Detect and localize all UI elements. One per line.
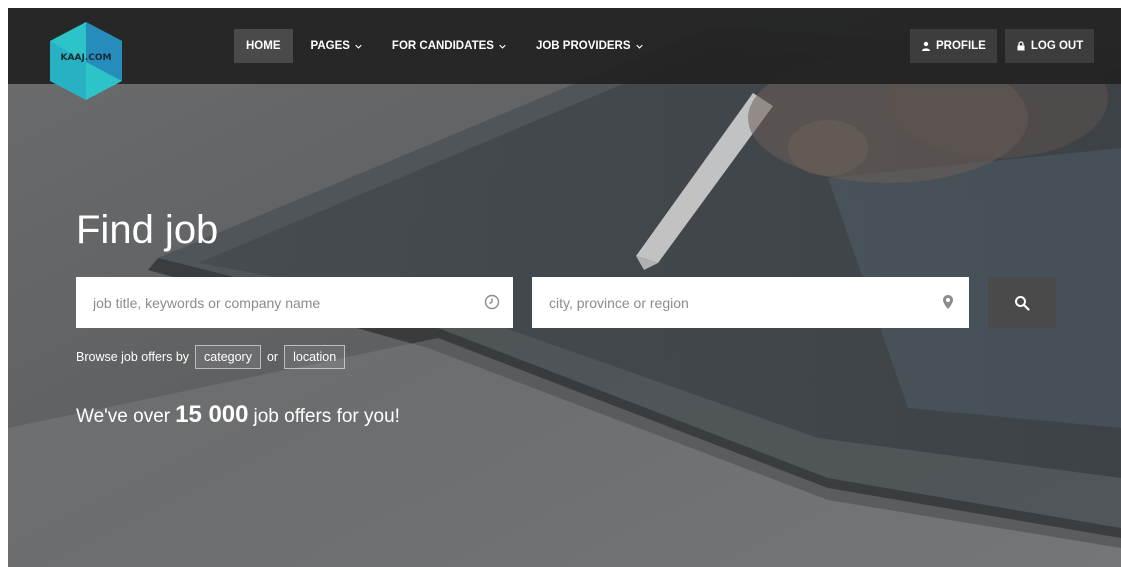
location-field[interactable] [532, 277, 969, 328]
browse-category-link[interactable]: category [195, 345, 261, 369]
browse-or: or [266, 350, 279, 364]
offers-prefix: We've over [76, 406, 171, 427]
logout-label: LOG OUT [1030, 40, 1084, 52]
top-navbar: KAAJ.COM HOME PAGES FOR CANDIDATES JOB P… [8, 8, 1121, 100]
offers-count-text: We've over 15 000 job offers for you! [76, 401, 400, 429]
chevron-down-icon [635, 43, 643, 50]
browse-options: Browse job offers by category or locatio… [76, 345, 346, 369]
nav-item-job-providers[interactable]: JOB PROVIDERS [524, 29, 655, 63]
main-nav: HOME PAGES FOR CANDIDATES JOB PROVIDERS [234, 29, 661, 63]
offers-count: 15 000 [175, 401, 249, 428]
chevron-down-icon [499, 43, 506, 50]
location-input[interactable] [532, 277, 969, 328]
keywords-input[interactable] [76, 277, 513, 328]
nav-item-label: JOB PROVIDERS [535, 40, 631, 52]
site-logo[interactable]: KAAJ.COM [50, 22, 122, 100]
keywords-field[interactable] [76, 277, 513, 328]
clock-icon [484, 294, 500, 310]
nav-item-pages[interactable]: PAGES [299, 29, 374, 63]
chevron-down-icon [355, 43, 362, 50]
profile-button[interactable]: PROFILE [910, 29, 997, 63]
search-icon [1015, 295, 1030, 311]
logout-button[interactable]: LOG OUT [1004, 29, 1095, 63]
nav-item-home[interactable]: HOME [234, 29, 293, 63]
browse-prefix: Browse job offers by [76, 350, 190, 364]
account-nav: PROFILE LOG OUT [910, 29, 1102, 63]
search-button[interactable] [988, 277, 1056, 328]
nav-item-label: PAGES [310, 40, 350, 52]
page-title: Find job [76, 208, 219, 252]
nav-item-for-candidates[interactable]: FOR CANDIDATES [380, 29, 518, 63]
nav-item-label: HOME [246, 40, 281, 52]
page-frame: KAAJ.COM HOME PAGES FOR CANDIDATES JOB P… [8, 8, 1121, 567]
user-icon [921, 41, 931, 51]
map-marker-icon [940, 294, 956, 310]
offers-suffix: job offers for you! [253, 406, 400, 427]
browse-location-link[interactable]: location [284, 345, 346, 369]
logo-text: KAAJ.COM [60, 53, 112, 63]
profile-label: PROFILE [936, 40, 986, 52]
lock-icon [1016, 41, 1026, 51]
nav-item-label: FOR CANDIDATES [391, 40, 494, 52]
